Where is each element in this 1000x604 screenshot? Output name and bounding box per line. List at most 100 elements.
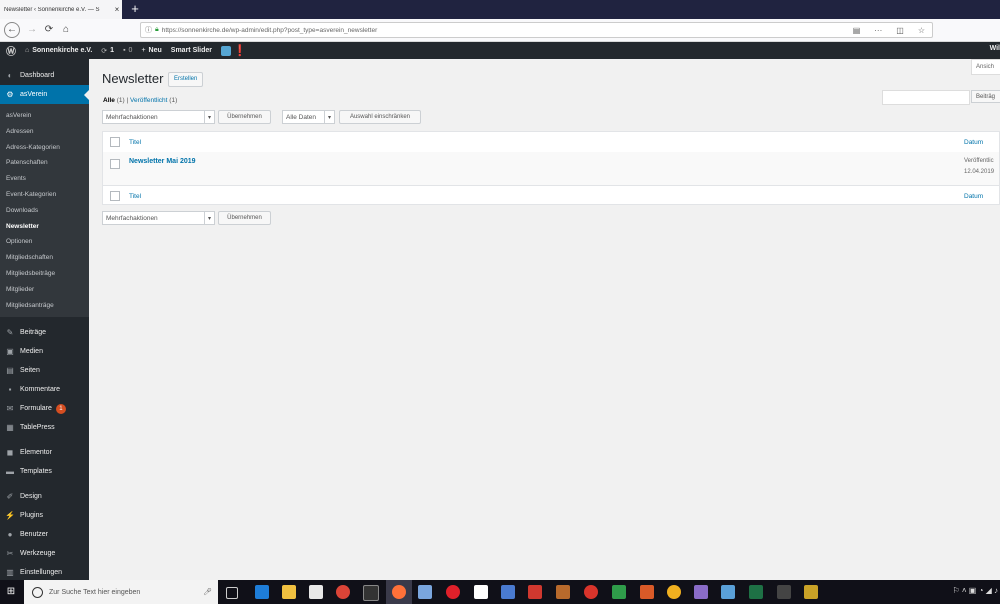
store-icon[interactable] [309,585,323,599]
column-title[interactable]: Titel [129,139,141,146]
page-actions-icon[interactable]: ··· [874,26,882,35]
adminbar-new[interactable]: + Neu [141,47,161,54]
add-new-button[interactable]: Erstellen [168,72,204,87]
chrome-icon[interactable] [336,585,350,599]
app-gold-icon[interactable] [804,585,818,599]
app-orange-icon[interactable] [640,585,654,599]
row-checkbox[interactable] [110,159,120,169]
column-title-footer[interactable]: Titel [129,193,141,200]
sidebar-item-templates[interactable]: ▬ Templates [0,462,89,481]
excel-icon[interactable] [749,585,763,599]
close-tab-icon[interactable]: × [112,5,122,14]
adminbar-site[interactable]: ⌂ Sonnenkirche e.V. [25,47,92,54]
adminbar-account[interactable]: Wil [990,45,1000,52]
app-dark-icon[interactable] [777,585,791,599]
wordpress-logo-icon[interactable]: Ⓦ [0,43,22,58]
sidebar-item-formulare[interactable]: ✉ Formulare 1 [0,399,89,418]
edge-icon[interactable] [255,585,269,599]
app-blue-icon[interactable] [721,585,735,599]
date-filter-select[interactable]: Alle Daten ▾ [282,110,335,124]
bookmark-star-icon[interactable]: ☆ [918,26,925,35]
browser-tab[interactable]: Newsletter ‹ Sonnenkirche e.V. — S × [0,0,122,19]
submenu-item[interactable]: Optionen [0,234,89,250]
search-button[interactable]: Beiträg [971,90,1000,103]
screen-options-button[interactable]: Ansich [971,59,1000,75]
pocket-icon[interactable]: ◫ [896,26,904,35]
select-all-checkbox-bottom[interactable] [110,191,120,201]
filter-published[interactable]: Veröffentlicht [130,97,167,104]
sidebar-item-seiten[interactable]: ▤ Seiten [0,361,89,380]
filter-all[interactable]: Alle [103,97,115,104]
search-input[interactable] [882,90,970,105]
app-green-icon[interactable] [612,585,626,599]
explorer-icon[interactable] [282,585,296,599]
bulk-actions-select-bottom[interactable]: Mehrfachaktionen ▾ [102,211,215,225]
adminbar-comments[interactable]: ▪ 0 [123,47,132,54]
reader-view-icon[interactable]: ▤ [853,26,861,35]
terminal-icon[interactable] [363,585,379,601]
sidebar-item-tablepress[interactable]: ▦ TablePress [0,418,89,437]
app-yellow-icon[interactable] [667,585,681,599]
sidebar-item-werkzeuge[interactable]: ✂ Werkzeuge [0,544,89,563]
save-icon[interactable] [418,585,432,599]
bulk-actions-select-top[interactable]: Mehrfachaktionen ▾ [102,110,215,124]
sidebar-item-beitraege[interactable]: ✎ Beiträge [0,323,89,342]
taskbar-search[interactable]: Zur Suche Text hier eingeben 🎤︎ [24,580,218,604]
submenu-item[interactable]: asVerein [0,108,89,124]
firefox-icon[interactable] [392,585,406,599]
sidebar-item-kommentare[interactable]: ▪ Kommentare [0,380,89,399]
submenu-item[interactable]: Mitgliedsbeiträge [0,266,89,282]
home-icon[interactable]: ⌂ [58,22,74,38]
forward-icon[interactable]: → [24,22,40,38]
reload-icon[interactable]: ⟳ [41,22,57,38]
submenu-item[interactable]: Mitgliedschaften [0,250,89,266]
filter-button[interactable]: Auswahl einschränken [339,110,421,124]
sidebar-item-medien[interactable]: ▣ Medien [0,342,89,361]
sidebar-item-asverein[interactable]: ⚙ asVerein [0,85,89,104]
select-all-checkbox[interactable] [110,137,120,147]
sidebar-item-plugins[interactable]: ⚡ Plugins [0,506,89,525]
pdf-icon[interactable] [528,585,542,599]
submenu-item[interactable]: Events [0,171,89,187]
adminbar-updates[interactable]: ⟳ 1 [101,47,114,55]
new-tab-button[interactable]: + [128,1,142,17]
media-player-icon[interactable] [584,585,598,599]
submenu-item[interactable]: Mitglieder [0,282,89,298]
column-date[interactable]: Datum [964,139,983,146]
notepad-icon[interactable] [474,585,488,599]
submenu-item[interactable]: Downloads [0,203,89,219]
network-icon[interactable] [501,585,515,599]
address-bar[interactable]: ⓘ 🔒︎ https://sonnenkirche.de/wp-admin/ed… [140,22,933,38]
submenu-item[interactable]: Adress-Kategorien [0,140,89,156]
row-title-link[interactable]: Newsletter Mai 2019 [129,158,196,165]
adminbar-plugin[interactable]: ❗ [221,44,247,57]
wrench-icon: ✂ [6,549,14,559]
archive-icon[interactable] [556,585,570,599]
opera-icon[interactable] [446,585,460,599]
apply-button-top[interactable]: Übernehmen [218,110,271,124]
submenu-item[interactable]: Event-Kategorien [0,187,89,203]
adminbar-smartslider[interactable]: Smart Slider [171,47,212,54]
sidebar-item-elementor[interactable]: ◼ Elementor [0,443,89,462]
sidebar-item-label: TablePress [20,424,55,432]
submenu-item-current[interactable]: Newsletter [0,219,89,235]
task-view-icon[interactable] [226,587,238,599]
windows-start-icon[interactable]: ⊞ [0,580,22,604]
sidebar-item-benutzer[interactable]: ● Benutzer [0,525,89,544]
column-date-footer[interactable]: Datum [964,193,983,200]
submenu-item[interactable]: Adressen [0,124,89,140]
sidebar-item-design[interactable]: ✐ Design [0,487,89,506]
submenu-item[interactable]: Patenschaften [0,155,89,171]
back-icon[interactable]: ← [4,22,20,38]
sidebar-item-label: Beiträge [20,329,47,337]
microphone-icon[interactable]: 🎤︎ [203,588,212,596]
system-tray[interactable]: ⚐ ˄ ▣ ◔ ◢ ♪ [953,586,999,595]
date-filter-value: Alle Daten [286,114,316,121]
submenu-item[interactable]: Mitgliedsanträge [0,298,89,314]
info-icon[interactable]: ⓘ [145,25,152,35]
apply-button-bottom[interactable]: Übernehmen [218,211,271,225]
chevron-down-icon: ▾ [204,212,214,224]
url-text[interactable]: https://sonnenkirche.de/wp-admin/edit.ph… [162,27,846,34]
sidebar-item-dashboard[interactable]: ◐ Dashboard [0,66,89,85]
app-purple-icon[interactable] [694,585,708,599]
